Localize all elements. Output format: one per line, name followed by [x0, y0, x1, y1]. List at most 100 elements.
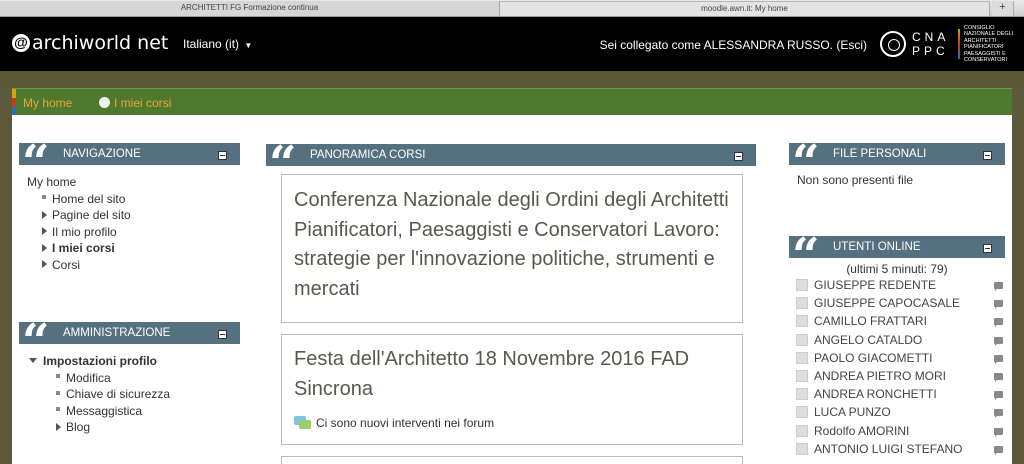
admin-item-modifica[interactable]: Modifica: [56, 370, 240, 387]
course-overview-header: “ PANORAMICA CORSI: [266, 140, 756, 166]
online-users-title: UTENTI ONLINE: [833, 241, 921, 253]
language-selector[interactable]: Italiano (it) ▼: [183, 37, 252, 51]
private-files-block: “ FILE PERSONALI Non sono presenti file: [789, 139, 1005, 187]
admin-item-chiave-sicurezza[interactable]: Chiave di sicurezza: [56, 386, 240, 403]
user-name: PAOLO GIACOMETTI: [814, 350, 933, 365]
olive-band: [0, 71, 1024, 88]
nav-item-label: My home: [27, 175, 77, 189]
user-name: LUCA PUNZO: [814, 405, 891, 420]
admin-item-messaggistica[interactable]: Messaggistica: [56, 403, 240, 420]
list-item[interactable]: PAOLO GIACOMETTI: [789, 349, 1005, 367]
avatar: [796, 388, 808, 401]
nav-item-label: Home del sito: [52, 191, 126, 206]
nav-item-my-home[interactable]: My home: [27, 174, 240, 191]
minimize-icon[interactable]: [734, 152, 743, 161]
nav-item-i-miei-corsi[interactable]: I miei corsi: [42, 240, 240, 257]
new-tab-button[interactable]: +: [992, 1, 1014, 16]
message-icon[interactable]: [994, 318, 1003, 328]
browser-tab-title: ARCHITETTI FG Formazione continua: [180, 3, 319, 12]
nav-item-corsi[interactable]: Corsi: [42, 257, 240, 274]
course-overview-block: “ PANORAMICA CORSI: [266, 140, 756, 166]
online-users-count: (ultimi 5 minuti: 79): [846, 262, 948, 276]
bullet-icon: [56, 390, 60, 395]
message-icon[interactable]: [994, 372, 1003, 382]
cnappc-letters-line2: PPC: [912, 44, 949, 58]
private-files-title: FILE PERSONALI: [833, 148, 927, 160]
admin-section-profile-settings[interactable]: Impostazioni profilo: [29, 353, 240, 370]
nav-item-pagine-del-sito[interactable]: Pagine del sito: [42, 207, 240, 224]
admin-item-label: Messaggistica: [66, 403, 143, 418]
cnappc-letters-line1: CNA: [912, 30, 950, 44]
course-card: Festa dell'Architetto 18 Novembre 2016 F…: [281, 334, 743, 445]
login-info[interactable]: Sei collegato come ALESSANDRA RUSSO. (Es…: [600, 38, 867, 52]
course-title-festa[interactable]: Festa dell'Architetto 18 Novembre 2016 F…: [294, 345, 730, 404]
message-icon[interactable]: [994, 427, 1003, 437]
list-item[interactable]: Rodolfo AMORINI: [789, 422, 1005, 440]
course-card: Conferenza Nazionale degli Ordini degli …: [281, 174, 743, 323]
cnappc-color-bar: [958, 29, 960, 59]
course-title-conferenza[interactable]: Conferenza Nazionale degli Ordini degli …: [294, 186, 730, 304]
expand-arrow-icon: [42, 243, 47, 252]
list-item[interactable]: ANDREA PIETRO MORI: [789, 367, 1005, 385]
minimize-icon[interactable]: [983, 244, 992, 253]
list-item[interactable]: ANDREA RONCHETTI: [789, 385, 1005, 403]
admin-item-label: Modifica: [66, 370, 111, 385]
message-icon[interactable]: [994, 391, 1003, 401]
avatar: [796, 315, 808, 328]
minimize-icon[interactable]: [218, 151, 227, 160]
avatar: [796, 442, 808, 455]
nav-item-label: Il mio profilo: [52, 224, 117, 239]
admin-item-label: Blog: [66, 420, 91, 434]
browser-tab-moodle[interactable]: moodle.awn.it: My home: [500, 1, 990, 16]
message-icon[interactable]: [994, 336, 1003, 346]
list-item[interactable]: GIUSEPPE REDENTE: [789, 276, 1005, 294]
breadcrumb: My home I miei corsi: [12, 88, 1012, 116]
cnappc-logo[interactable]: CNA PPC Consiglio Nazionale degli Archit…: [880, 24, 1024, 64]
avatar: [796, 351, 808, 364]
message-icon[interactable]: [994, 354, 1003, 364]
quote-icon: “: [22, 318, 50, 344]
list-item[interactable]: ANTONIO LUIGI STEFANO: [789, 440, 1005, 458]
browser-tab-architetti[interactable]: ARCHITETTI FG Formazione continua: [0, 1, 500, 16]
message-icon[interactable]: [994, 445, 1003, 455]
browser-tab-strip: ARCHITETTI FG Formazione continua moodle…: [0, 0, 1024, 17]
logo-text: archiworld net: [32, 32, 169, 54]
avatar: [796, 279, 808, 291]
quote-icon: “: [792, 232, 820, 258]
list-item[interactable]: LUCA PUNZO: [789, 403, 1005, 421]
administration-list: Impostazioni profilo Modifica Chiave di …: [19, 344, 240, 436]
forum-notice-text: Ci sono nuovi interventi nei forum: [316, 416, 495, 430]
online-users-header: “ UTENTI ONLINE: [789, 232, 1005, 258]
minimize-icon[interactable]: [983, 151, 992, 160]
quote-icon: “: [792, 139, 820, 165]
list-item[interactable]: GIUSEPPE CAPOCASALE: [789, 294, 1005, 312]
message-icon[interactable]: [994, 409, 1003, 419]
archiworld-logo[interactable]: @ archiworld net: [12, 32, 168, 54]
nav-item-home-del-sito[interactable]: Home del sito: [42, 191, 240, 208]
avatar: [796, 424, 808, 437]
user-name: ANGELO CATALDO: [814, 332, 923, 347]
user-name: GIUSEPPE CAPOCASALE: [814, 296, 961, 311]
list-item[interactable]: ANGELO CATALDO: [789, 331, 1005, 349]
avatar: [796, 333, 808, 346]
page-content: “ NAVIGAZIONE My home Home del sito Pagi…: [12, 115, 1012, 464]
course-overview-title: PANORAMICA CORSI: [310, 149, 426, 161]
nav-item-il-mio-profilo[interactable]: Il mio profilo: [42, 224, 240, 241]
user-name: GIUSEPPE REDENTE: [814, 278, 937, 292]
archiworld-logo-icon: @: [12, 34, 30, 52]
bullet-icon: [56, 374, 60, 379]
forum-notice[interactable]: Ci sono nuovi interventi nei forum: [294, 416, 730, 430]
cnappc-description: Consiglio Nazionale degli Architetti Pia…: [964, 24, 1014, 64]
nav-item-label: Corsi: [52, 257, 81, 272]
administration-block-header: “ AMMINISTRAZIONE: [19, 318, 240, 344]
flag-stripe: [12, 89, 16, 116]
list-item[interactable]: CAMILLO FRATTARI: [789, 312, 1005, 330]
admin-item-blog[interactable]: Blog: [56, 419, 240, 436]
minimize-icon[interactable]: [218, 330, 227, 339]
message-icon[interactable]: [994, 300, 1003, 310]
breadcrumb-my-home[interactable]: My home: [23, 96, 72, 110]
forum-icon: [294, 416, 311, 430]
avatar: [796, 297, 808, 310]
breadcrumb-my-courses[interactable]: I miei corsi: [114, 96, 171, 110]
message-icon[interactable]: [994, 282, 1003, 291]
